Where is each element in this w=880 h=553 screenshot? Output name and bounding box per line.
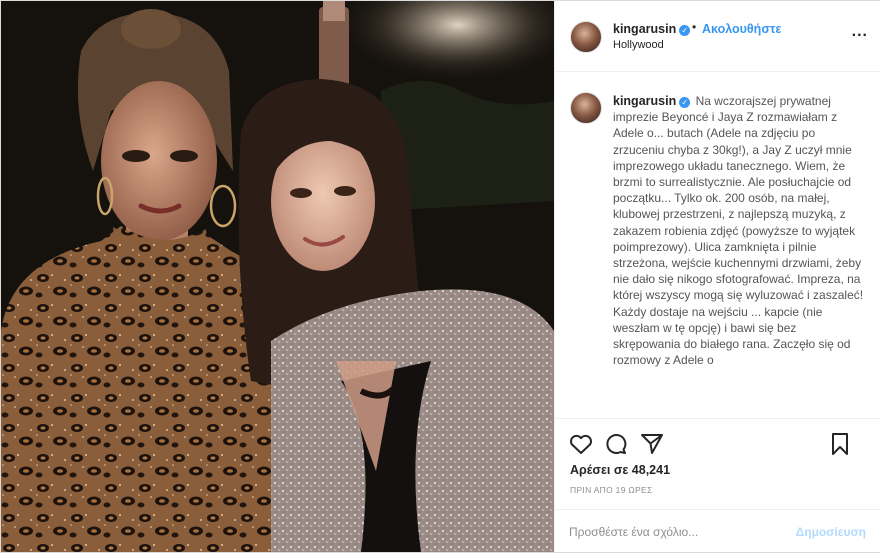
verified-badge-icon: ✓	[679, 25, 691, 36]
verified-badge-icon: ✓	[679, 97, 691, 108]
post-comment-button[interactable]: Δημοσίευση	[796, 525, 866, 539]
comment-icon[interactable]	[603, 431, 629, 457]
likes-count[interactable]: Αρέσει σε 48,241	[570, 463, 670, 477]
bookmark-icon[interactable]	[827, 431, 853, 457]
heart-icon[interactable]	[568, 431, 594, 457]
comment-input[interactable]	[569, 524, 769, 540]
caption-fade	[555, 399, 880, 417]
post-header: kingarusin ✓ • Ακολουθήστε Hollywood ...	[555, 1, 880, 72]
caption-scroll-area[interactable]: kingarusin ✓ Na wczorajszej prywatnej imp…	[555, 72, 880, 417]
avatar[interactable]	[570, 21, 602, 53]
caption-text: Na wczorajszej prywatnej imprezie Beyonc…	[613, 94, 864, 368]
caption-username-link[interactable]: kingarusin ✓	[613, 94, 691, 108]
location-link[interactable]: Hollywood	[613, 39, 664, 51]
caption-username-text: kingarusin	[613, 94, 677, 108]
caption-avatar[interactable]	[570, 92, 602, 124]
username-link[interactable]: kingarusin ✓	[613, 22, 691, 36]
photo-illustration	[1, 1, 554, 552]
comment-bar: Δημοσίευση	[555, 509, 880, 553]
instagram-post-window: kingarusin ✓ • Ακολουθήστε Hollywood ... …	[0, 0, 880, 553]
post-timestamp[interactable]: ΠΡΙΝ ΑΠΟ 19 ΩΡΕΣ	[570, 485, 653, 495]
username-text: kingarusin	[613, 22, 677, 36]
more-options-icon[interactable]: ...	[852, 23, 868, 41]
post-photo[interactable]	[1, 1, 554, 552]
separator-dot: •	[692, 20, 697, 34]
caption: kingarusin ✓ Na wczorajszej prywatnej imp…	[613, 93, 867, 368]
post-details-panel: kingarusin ✓ • Ακολουθήστε Hollywood ... …	[554, 1, 880, 552]
share-icon[interactable]	[639, 431, 665, 457]
follow-button[interactable]: Ακολουθήστε	[702, 22, 781, 36]
